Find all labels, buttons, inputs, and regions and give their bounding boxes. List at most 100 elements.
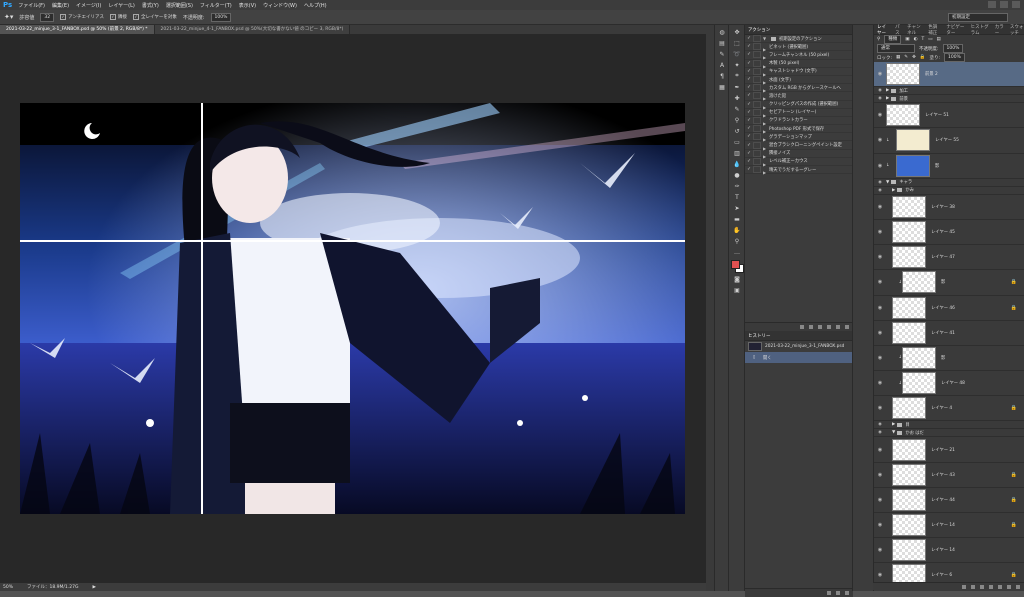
dialog-toggle[interactable] [753,133,761,141]
layer-row[interactable]: ◉ ↓ 影 🔒 [874,270,1024,296]
visibility-eye-icon[interactable]: ◉ [874,547,886,553]
dialog-toggle[interactable] [753,92,761,100]
layer-row[interactable]: ◉ レイヤー 4 🔒 [874,396,1024,422]
healing-tool-icon[interactable]: ✚ [733,94,741,102]
visibility-eye-icon[interactable]: ◉ [874,422,886,427]
visibility-eye-icon[interactable]: ◉ [874,330,886,336]
lock-pixels-icon[interactable]: ▦ [896,55,900,60]
eyedropper-tool-icon[interactable]: ✒ [733,83,741,91]
group-row[interactable]: ◉ ▶ 加工 [874,87,1024,96]
checkmark-icon[interactable]: ✓ [745,77,753,82]
menu-file[interactable]: ファイル(F) [18,2,45,9]
move-tool-icon[interactable]: ✥ [733,28,741,36]
character-panel-icon[interactable]: A [718,61,726,69]
new-layer-icon[interactable] [1007,584,1011,589]
hand-tool-icon[interactable]: ✋ [733,226,741,234]
visibility-eye-icon[interactable]: ◉ [874,229,886,235]
filter-smart-icon[interactable]: ▤ [937,37,941,42]
camera-icon[interactable] [836,591,840,596]
checkmark-icon[interactable]: ✓ [745,159,753,164]
layer-row[interactable]: ◉ ↓ 影 [874,346,1024,372]
tab-actions[interactable]: アクション [748,27,770,33]
antialias-checkbox[interactable]: ✓ アンチエイリアス [60,14,104,20]
action-item[interactable]: ✓ ▶ フレームチャンネル (50 pixel) [745,51,853,60]
action-item[interactable]: ✓ ▶ 混合ブラシクローニングペイント設定 [745,141,853,151]
visibility-eye-icon[interactable]: ◉ [874,137,886,143]
new-group-icon[interactable] [998,584,1002,589]
swatches-panel-icon[interactable]: ▦ [718,83,726,91]
expand-arrow-icon[interactable]: ▼ [886,180,889,185]
visibility-eye-icon[interactable]: ◉ [874,112,886,118]
visibility-eye-icon[interactable]: ◉ [874,163,886,169]
status-arrow-icon[interactable]: ▶ [92,585,95,590]
dialog-toggle[interactable] [753,59,761,67]
checkmark-icon[interactable]: ✓ [745,167,753,172]
history-state-open[interactable]: ▯ 開く [745,352,853,364]
dialog-toggle[interactable] [753,51,761,59]
action-item[interactable]: ✓ ▶ レベル補正ーカウス [745,157,853,167]
layer-row[interactable]: ◉ レイヤー 51 [874,103,1024,129]
expand-arrow-icon[interactable]: ▼ [892,430,895,435]
checkmark-icon[interactable]: ✓ [745,102,753,107]
tab-document-2[interactable]: 2021-03-22_minjue_4-1_FANBOX.psd @ 50%(大… [154,25,351,34]
layer-opacity-input[interactable]: 100% [942,44,964,53]
layer-row[interactable]: ◉ レイヤー 44 🔒 [874,488,1024,513]
group-row[interactable]: ◉ ▼ かお はだ [874,429,1024,438]
visibility-eye-icon[interactable]: ◉ [874,305,886,311]
adjustment-layer-icon[interactable] [989,584,993,589]
layer-row[interactable]: ◉ 前景 2 [874,62,1024,88]
new-document-icon[interactable] [827,591,831,596]
dialog-toggle[interactable] [753,125,761,133]
expand-arrow-icon[interactable]: ▶ [892,188,895,193]
link-layers-icon[interactable] [962,584,966,589]
layer-row[interactable]: ◉ レイヤー 43 🔒 [874,463,1024,488]
action-item[interactable]: ✓ ▶ クワドラントカラー [745,116,853,126]
visibility-eye-icon[interactable]: ◉ [874,204,886,210]
layer-filter-select[interactable]: 種類 [884,35,902,44]
filter-type-icon[interactable]: T [922,37,925,42]
action-set[interactable]: ✓ ▼ 初期設定のアクション [745,35,853,44]
visibility-eye-icon[interactable]: ◉ [874,405,886,411]
new-set-icon[interactable] [827,325,831,330]
checkmark-icon[interactable]: ✓ [745,151,753,156]
magic-wand-tool-icon[interactable]: ✦ [733,61,741,69]
dialog-toggle[interactable] [753,108,761,116]
dialog-toggle[interactable] [753,141,761,149]
visibility-eye-icon[interactable]: ◉ [874,96,886,101]
visibility-eye-icon[interactable]: ◉ [874,254,886,260]
dialog-toggle[interactable] [753,35,761,43]
minimize-button[interactable] [988,1,996,8]
tab-color[interactable]: カラー [995,24,1004,36]
expand-arrow-icon[interactable]: ▶ [886,96,889,101]
pen-tool-icon[interactable]: ✑ [733,182,741,190]
stamp-tool-icon[interactable]: ⚲ [733,116,741,124]
checkmark-icon[interactable]: ✓ [745,143,753,148]
checkmark-icon[interactable]: ✓ [745,36,753,41]
checkmark-icon[interactable]: ✓ [745,61,753,66]
lock-paint-icon[interactable]: ✎ [904,55,908,60]
checkmark-icon[interactable]: ✓ [745,85,753,90]
tab-document-1[interactable]: 2021-03-22_minjue_3-1_FANBOX.psd @ 50% (… [0,25,155,34]
paragraph-panel-icon[interactable]: ¶ [718,72,726,80]
history-snapshot[interactable]: 2021-03-22_minjue_3-1_FANBOX.psd [745,341,853,352]
canvas-scroll-strip[interactable] [706,25,714,591]
action-item[interactable]: ✓ ▶ クリッピングパスの作成 (選択範囲) [745,100,853,110]
dialog-toggle[interactable] [753,84,761,92]
tab-paths[interactable]: パス [895,24,901,36]
layer-row[interactable]: ◉ レイヤー 45 [874,220,1024,246]
layer-row[interactable]: ◉ ↓ レイヤー 48 [874,371,1024,397]
layer-row[interactable]: ◉ レイヤー 21 [874,437,1024,463]
expand-arrow-icon[interactable]: ▶ [886,88,889,93]
menu-filter[interactable]: フィルター(T) [200,2,232,9]
visibility-eye-icon[interactable]: ◉ [874,497,886,503]
visibility-eye-icon[interactable]: ◉ [874,380,886,386]
tab-layers[interactable]: レイヤー [877,24,889,36]
tab-histogram[interactable]: ヒストグラム [971,24,989,36]
tolerance-input[interactable]: 32 [40,12,55,22]
fill-input[interactable]: 100% [944,53,965,62]
path-select-tool-icon[interactable]: ➤ [733,204,741,212]
checkmark-icon[interactable]: ✓ [745,44,753,49]
history-panel-icon[interactable]: ◍ [718,28,726,36]
trash-icon[interactable] [1016,584,1020,589]
dialog-toggle[interactable] [753,157,761,165]
